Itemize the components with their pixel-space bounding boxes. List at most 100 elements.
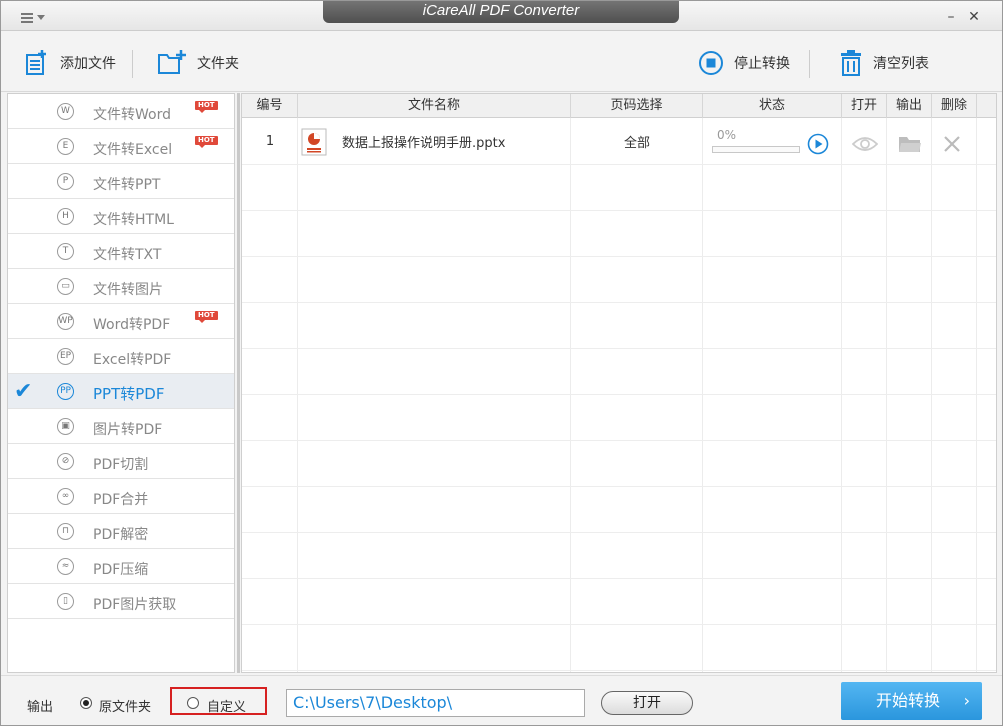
trash-icon [841, 50, 861, 76]
add-file-icon [26, 50, 46, 75]
grid-column [571, 118, 703, 672]
chevron-right-icon: › [963, 691, 970, 710]
col-delete[interactable]: 删除 [932, 94, 977, 118]
source-folder-radio[interactable] [80, 697, 92, 709]
checkmark-icon: ✔ [14, 379, 33, 404]
output-path-input[interactable]: C:\Users\7\Desktop\ [286, 689, 585, 717]
sidebar-item-label: PPT转PDF [93, 385, 165, 403]
col-pages[interactable]: 页码选择 [571, 94, 703, 118]
format-icon: T [57, 243, 74, 260]
clear-list-label: 清空列表 [873, 56, 929, 72]
row-progress-text: 0% [717, 128, 737, 142]
folder-plus-icon [158, 50, 186, 74]
sidebar-item[interactable]: ▭ 文件转图片 [8, 269, 234, 304]
sidebar-item-label: Excel转PDF [93, 352, 172, 368]
row-name-cell: 数据上报操作说明手册.pptx [298, 118, 571, 165]
grid-row-line [242, 440, 996, 441]
grid-column [842, 118, 887, 672]
add-folder-label: 文件夹 [197, 56, 239, 72]
sidebar-item-label: 图片转PDF [93, 422, 163, 438]
sidebar-item-label: 文件转Excel [93, 142, 173, 158]
toolbar-divider [809, 50, 810, 78]
sidebar-item[interactable]: ≈ PDF压缩 [8, 549, 234, 584]
sidebar-item[interactable]: ✔ PP PPT转PDF [8, 374, 234, 409]
grid-row-line [242, 670, 996, 671]
grid-row-line [242, 394, 996, 395]
format-icon: H [57, 208, 74, 225]
stop-convert-button[interactable]: 停止转换 [698, 46, 790, 80]
add-folder-button[interactable]: 文件夹 [157, 46, 239, 80]
sidebar-item[interactable]: W 文件转Word HOT [8, 94, 234, 129]
grid-column [887, 118, 932, 672]
row-progress-bar [712, 146, 800, 153]
toolbar: 添加文件 文件夹 停止转换 清空列表 [1, 32, 1002, 92]
source-folder-label[interactable]: 原文件夹 [99, 696, 151, 715]
sidebar-item-label: 文件转TXT [93, 247, 162, 263]
grid-column [298, 118, 571, 672]
sidebar-item[interactable]: ⊓ PDF解密 [8, 514, 234, 549]
add-file-label: 添加文件 [60, 56, 116, 72]
file-table: 编号 文件名称 页码选择 状态 打开 输出 删除 1 数据上报操作说明手册.pp… [241, 93, 997, 673]
custom-radio[interactable] [187, 697, 199, 709]
play-icon[interactable] [807, 133, 829, 155]
hot-badge: HOT [195, 101, 218, 113]
sidebar-item[interactable]: WP Word转PDF HOT [8, 304, 234, 339]
eye-icon[interactable] [852, 135, 878, 153]
sidebar-item[interactable]: H 文件转HTML [8, 199, 234, 234]
col-index[interactable]: 编号 [242, 94, 298, 118]
folder-icon[interactable] [898, 134, 922, 154]
sidebar-item-label: 文件转HTML [93, 212, 174, 228]
format-icon: EP [57, 348, 74, 365]
grid-row-line [242, 532, 996, 533]
sidebar-item[interactable]: ∞ PDF合并 [8, 479, 234, 514]
col-name[interactable]: 文件名称 [298, 94, 571, 118]
sidebar: W 文件转Word HOT E 文件转Excel HOT P 文件转PPT H 文件转HTML T 文… [7, 93, 235, 673]
close-icon[interactable]: ✕ [967, 10, 981, 24]
col-output[interactable]: 输出 [887, 94, 932, 118]
sidebar-item[interactable]: E 文件转Excel HOT [8, 129, 234, 164]
row-pages[interactable]: 全部 [571, 118, 703, 165]
sidebar-item-label: 文件转Word [93, 107, 171, 123]
sidebar-item-label: PDF解密 [93, 527, 149, 543]
open-button[interactable]: 打开 [601, 691, 693, 715]
col-open[interactable]: 打开 [842, 94, 887, 118]
sidebar-item[interactable]: P 文件转PPT [8, 164, 234, 199]
sidebar-item-label: 文件转PPT [93, 177, 161, 193]
start-convert-button[interactable]: 开始转换 › [841, 682, 982, 720]
grid-column [242, 118, 298, 672]
sidebar-item[interactable]: ▣ 图片转PDF [8, 409, 234, 444]
stop-convert-label: 停止转换 [734, 56, 790, 72]
custom-label[interactable]: 自定义 [207, 696, 246, 715]
sidebar-item[interactable]: ⊘ PDF切割 [8, 444, 234, 479]
sidebar-item[interactable]: T 文件转TXT [8, 234, 234, 269]
grid-row-line [242, 348, 996, 349]
stop-icon [699, 51, 723, 75]
grid-row-line [242, 624, 996, 625]
sidebar-item-label: 文件转图片 [93, 282, 163, 298]
sidebar-item-label: PDF切割 [93, 457, 149, 473]
grid-row-line [242, 210, 996, 211]
start-convert-label: 开始转换 [876, 691, 941, 710]
row-filename: 数据上报操作说明手册.pptx [342, 136, 506, 151]
sidebar-item[interactable]: ▯ PDF图片获取 [8, 584, 234, 619]
menu-icon[interactable] [21, 13, 47, 25]
format-icon: WP [57, 313, 74, 330]
sidebar-item-label: PDF压缩 [93, 562, 149, 578]
sidebar-item-label: Word转PDF [93, 317, 171, 333]
sidebar-item-label: PDF图片获取 [93, 597, 177, 613]
format-icon: ∞ [57, 488, 74, 505]
grid-row-line [242, 256, 996, 257]
format-icon: PP [57, 383, 74, 400]
minimize-icon[interactable]: – [944, 10, 958, 24]
col-status[interactable]: 状态 [703, 94, 842, 118]
format-icon: E [57, 138, 74, 155]
clear-list-button[interactable]: 清空列表 [839, 46, 929, 80]
sidebar-item[interactable]: EP Excel转PDF [8, 339, 234, 374]
splitter[interactable] [237, 93, 240, 673]
format-icon: ⊘ [57, 453, 74, 470]
output-label: 输出 [27, 700, 54, 715]
pptx-file-icon [301, 128, 327, 155]
format-icon: ≈ [57, 558, 74, 575]
add-file-button[interactable]: 添加文件 [22, 46, 116, 80]
delete-icon[interactable] [943, 135, 961, 153]
